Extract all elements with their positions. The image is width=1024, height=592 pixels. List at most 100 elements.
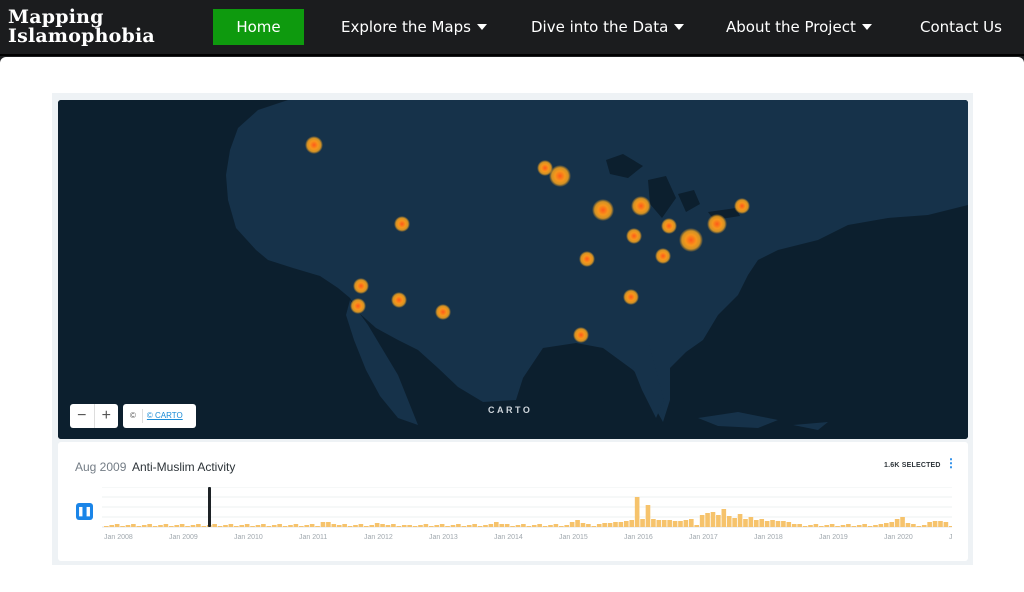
hotspot xyxy=(435,304,451,320)
histogram-bar xyxy=(613,522,618,527)
nav-dive-data[interactable]: Dive into the Data xyxy=(531,9,685,45)
histogram-bar xyxy=(531,525,537,527)
histogram-bar xyxy=(309,524,315,527)
histogram-bar xyxy=(678,521,683,527)
histogram-bar xyxy=(591,526,597,527)
tick-label: Jan 2021 xyxy=(949,534,952,541)
histogram-bar xyxy=(472,524,477,527)
histogram-bar xyxy=(521,524,526,527)
histogram-bar xyxy=(932,521,938,527)
tick-label: Jan 2008 xyxy=(104,534,133,541)
incident-map[interactable]: − + © © CARTO CARTO xyxy=(58,100,968,439)
histogram-bar xyxy=(380,524,385,527)
histogram-bar xyxy=(624,521,629,527)
histogram-bar xyxy=(239,525,245,527)
histogram-bar xyxy=(466,525,472,527)
pause-button[interactable]: ❚❚ xyxy=(76,503,93,520)
histogram-bar xyxy=(163,524,169,527)
tick-label: Jan 2012 xyxy=(364,534,393,541)
histogram-bar xyxy=(645,505,651,527)
histogram-bar xyxy=(510,526,515,527)
histogram-bar xyxy=(705,513,710,527)
histogram-bar xyxy=(401,525,407,527)
histogram-bar xyxy=(223,525,228,527)
histogram-bar xyxy=(104,526,109,527)
tick-label: Jan 2018 xyxy=(754,534,783,541)
histogram-bar xyxy=(916,526,922,527)
histogram-bar xyxy=(634,497,640,527)
histogram-bar xyxy=(851,526,857,527)
histogram-bar xyxy=(813,524,819,527)
histogram-bar xyxy=(141,525,147,527)
hotspot xyxy=(579,251,595,267)
histogram-bar xyxy=(212,524,217,527)
tick-label: Jan 2013 xyxy=(429,534,458,541)
histogram-bar xyxy=(293,524,299,527)
histogram-bar xyxy=(559,526,564,527)
map-attribution: © © CARTO xyxy=(123,404,196,428)
attribution-icon[interactable]: © xyxy=(130,411,136,420)
histogram-bar xyxy=(158,525,163,527)
histogram-bar xyxy=(905,523,911,527)
nav-home[interactable]: Home xyxy=(213,9,304,45)
histogram-bar xyxy=(672,521,678,527)
histogram-bar xyxy=(201,526,207,527)
histogram-bar xyxy=(737,514,743,527)
histogram-bar xyxy=(461,526,467,527)
hotspot xyxy=(305,136,323,154)
histogram-bar xyxy=(661,520,667,527)
histogram-bar xyxy=(564,525,570,527)
histogram-bar xyxy=(282,526,288,527)
caret-down-icon xyxy=(861,23,872,30)
histogram-bar xyxy=(802,526,808,527)
histogram-bar xyxy=(835,526,840,527)
timeline-histogram[interactable]: Jan 2008 Jan 2009 Jan 2010 Jan 2011 Jan 2012… xyxy=(102,487,952,547)
histogram-bar xyxy=(353,525,358,527)
histogram-bar xyxy=(326,522,331,527)
histogram-bar xyxy=(136,526,142,527)
histogram-bar xyxy=(288,525,293,527)
histogram-bar xyxy=(429,526,434,527)
histogram-bar xyxy=(791,524,797,527)
histogram-bar xyxy=(840,525,846,527)
nav-contact[interactable]: Contact Us xyxy=(920,9,1002,45)
current-date-label: Aug 2009 xyxy=(75,460,127,474)
hotspot xyxy=(350,298,366,314)
histogram-bar xyxy=(721,509,727,527)
nav-dive-label: Dive into the Data xyxy=(531,18,669,36)
histogram-bar xyxy=(824,525,830,527)
histogram-bar xyxy=(494,522,499,527)
zoom-out-button[interactable]: − xyxy=(70,404,94,428)
histogram-bar xyxy=(537,524,542,527)
tick-label: Jan 2019 xyxy=(819,534,848,541)
tick-label: Jan 2014 xyxy=(494,534,523,541)
histogram-bar xyxy=(911,524,916,527)
histogram-bar xyxy=(683,520,689,527)
hotspot xyxy=(661,218,677,234)
histogram-bar xyxy=(299,526,304,527)
carto-attribution-link[interactable]: © CARTO xyxy=(147,411,183,420)
nav-about-project[interactable]: About the Project xyxy=(726,9,872,45)
hotspot xyxy=(707,214,727,234)
histogram-bar xyxy=(450,525,456,527)
histogram-bar xyxy=(618,522,624,527)
histogram-bar xyxy=(439,524,445,527)
tick-label: Jan 2015 xyxy=(559,534,588,541)
tick-label: Jan 2020 xyxy=(884,534,913,541)
histogram-bar xyxy=(553,524,559,527)
nav-explore-maps[interactable]: Explore the Maps xyxy=(341,9,487,45)
histogram-bar xyxy=(927,522,932,527)
histogram-bar xyxy=(217,526,223,527)
hotspot xyxy=(623,289,639,305)
vertical-dots-icon[interactable]: ⋮ xyxy=(945,457,957,469)
site-logo[interactable]: Mapping Islamophobia xyxy=(8,8,155,46)
histogram-bar xyxy=(456,524,461,527)
histogram-bar xyxy=(120,526,125,527)
zoom-in-button[interactable]: + xyxy=(93,404,119,428)
nav-home-label: Home xyxy=(236,18,281,36)
hotspot xyxy=(734,198,750,214)
histogram-bar xyxy=(244,524,250,527)
hotspot xyxy=(592,199,614,221)
hotspot xyxy=(549,165,571,187)
histogram-bar xyxy=(364,526,369,527)
